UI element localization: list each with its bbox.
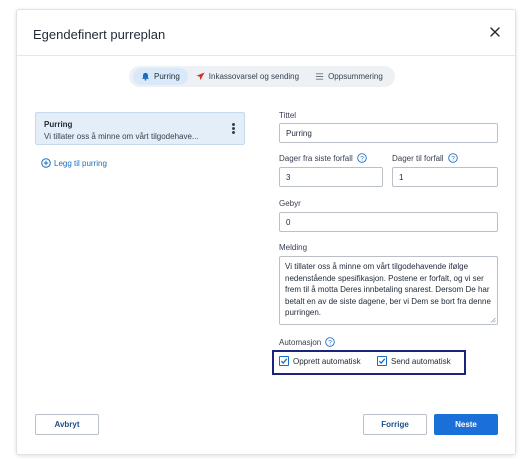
next-button[interactable]: Neste <box>434 414 498 435</box>
svg-text:?: ? <box>451 155 455 162</box>
fee-label: Gebyr <box>279 199 301 208</box>
days-last-due-label: Dager fra siste forfall <box>279 153 353 163</box>
step-purring[interactable]: Purring <box>133 68 188 85</box>
days-to-due-label-row: Dager til forfall ? <box>392 153 458 163</box>
list-icon <box>315 73 324 80</box>
message-label: Melding <box>279 243 308 252</box>
help-icon[interactable]: ? <box>357 153 367 163</box>
reminder-card[interactable]: Purring Vi tillater oss å minne om vårt … <box>35 112 245 145</box>
step-inkassovarsel[interactable]: Inkassovarsel og sending <box>188 68 307 85</box>
send-auto-label: Send automatisk <box>391 356 451 366</box>
days-to-due-label: Dager til forfall <box>392 153 444 163</box>
cancel-button[interactable]: Avbryt <box>35 414 99 435</box>
create-auto-label: Opprett automatisk <box>293 356 361 366</box>
create-auto-checkbox[interactable]: Opprett automatisk <box>279 356 361 366</box>
svg-text:?: ? <box>328 339 332 346</box>
dialog-title: Egendefinert purreplan <box>33 27 166 42</box>
step-oppsummering[interactable]: Oppsummering <box>307 68 391 85</box>
bell-icon <box>142 72 149 81</box>
close-icon[interactable] <box>487 24 503 40</box>
automation-label: Automasjon <box>279 337 322 347</box>
message-text: Vi tillater oss å minne om vårt tilgodeh… <box>285 262 491 318</box>
help-icon[interactable]: ? <box>447 153 458 163</box>
title-label: Tittel <box>279 111 297 120</box>
days-last-due-label-row: Dager fra siste forfall ? <box>279 153 367 163</box>
send-auto-checkbox[interactable]: Send automatisk <box>377 356 451 366</box>
plus-circle-icon <box>41 158 51 168</box>
step-label: Purring <box>154 72 180 81</box>
add-reminder-label: Legg til purring <box>54 158 107 168</box>
message-textarea[interactable]: Vi tillater oss å minne om vårt tilgodeh… <box>279 256 498 325</box>
custom-reminder-plan-dialog: Egendefinert purreplan Purring Inkassova… <box>16 9 516 455</box>
step-navigation: Purring Inkassovarsel og sending Oppsumm… <box>129 66 395 87</box>
automation-label-row: Automasjon ? <box>279 337 336 347</box>
more-options-icon[interactable] <box>232 123 236 137</box>
help-icon[interactable]: ? <box>325 337 336 347</box>
reminder-card-title: Purring <box>44 120 73 129</box>
reminder-card-text: Vi tillater oss å minne om vårt tilgodeh… <box>44 132 199 141</box>
svg-text:?: ? <box>360 155 364 162</box>
resize-handle-icon[interactable] <box>490 317 496 323</box>
days-to-due-input[interactable] <box>392 167 498 187</box>
add-reminder-link[interactable]: Legg til purring <box>41 158 107 168</box>
send-icon <box>196 72 205 81</box>
fee-input[interactable] <box>279 212 498 232</box>
checkbox-checked-icon <box>279 356 289 366</box>
days-last-due-input[interactable] <box>279 167 383 187</box>
step-label: Inkassovarsel og sending <box>208 72 300 81</box>
dialog-header: Egendefinert purreplan <box>17 10 515 56</box>
checkbox-checked-icon <box>377 356 387 366</box>
previous-button[interactable]: Forrige <box>363 414 427 435</box>
step-label: Oppsummering <box>328 72 383 81</box>
title-input[interactable] <box>279 123 498 143</box>
